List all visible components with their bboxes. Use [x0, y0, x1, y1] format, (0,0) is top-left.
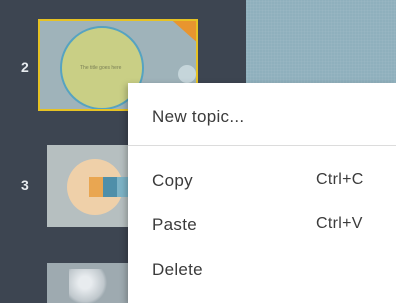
menu-item-label: New topic... — [152, 107, 245, 126]
menu-item-label: Copy — [152, 171, 193, 190]
corner-decoration — [166, 21, 196, 45]
small-circle-decoration — [178, 65, 196, 83]
menu-item-delete[interactable]: Delete — [128, 250, 396, 290]
menu-item-shortcut: Ctrl+V — [316, 215, 363, 232]
image-decoration — [69, 269, 109, 303]
menu-item-new-topic[interactable]: New topic... — [128, 97, 396, 137]
menu-item-copy[interactable]: Copy Ctrl+C — [128, 161, 396, 201]
color-block — [103, 177, 117, 197]
menu-divider — [128, 145, 396, 146]
menu-item-label: Delete — [152, 260, 203, 279]
slide-title-text: The title goes here — [80, 65, 122, 71]
menu-item-label: Paste — [152, 215, 197, 234]
context-menu: New topic... Copy Ctrl+C Paste Ctrl+V De… — [128, 83, 396, 303]
menu-item-paste[interactable]: Paste Ctrl+V — [128, 205, 396, 245]
slide-number: 3 — [21, 177, 29, 193]
slide-number: 2 — [21, 59, 29, 75]
menu-item-shortcut: Ctrl+C — [316, 171, 364, 188]
color-block — [89, 177, 103, 197]
